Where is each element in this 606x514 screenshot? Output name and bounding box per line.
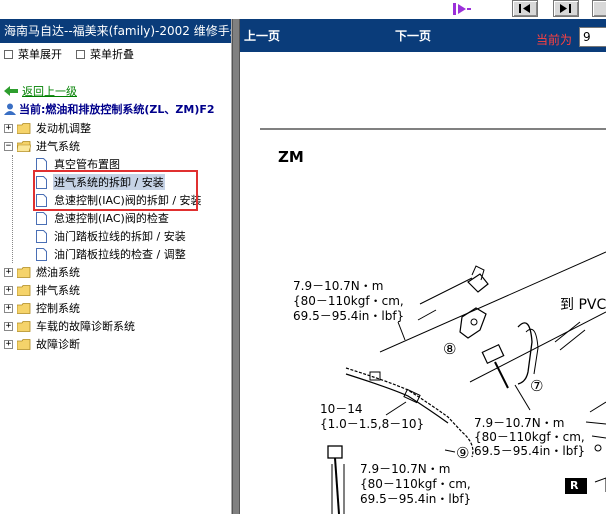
document-icon xyxy=(36,247,47,261)
document-icon xyxy=(36,157,47,171)
menu-expand-label: 菜单展开 xyxy=(18,48,62,61)
folder-icon xyxy=(17,284,31,296)
pane-splitter[interactable] xyxy=(232,19,240,514)
document-icon xyxy=(36,229,47,243)
expand-toggle-icon[interactable]: + xyxy=(4,339,13,349)
current-page-label: 当前为 xyxy=(536,33,573,47)
tree-item-label: 控制系统 xyxy=(36,302,80,315)
torque-line: {1.0－1.5,8－10} xyxy=(320,417,425,431)
tree-item-exhaust-system[interactable]: + 排气系统 xyxy=(4,281,203,299)
callout-8: ⑧ xyxy=(443,340,457,358)
next-page-button[interactable]: 下一页 xyxy=(395,27,431,44)
service-diagram: ZM 7.9－10.7N・m {80－110kgf・cm, 69.5－95.4i… xyxy=(240,52,606,514)
content-pane: 上一页 下一页 当前为 9 ZM 7.9－10.7N・m {80－110kgf・… xyxy=(240,19,606,514)
folder-icon xyxy=(17,266,31,278)
tree-item-troubleshooting[interactable]: + 故障诊断 xyxy=(4,335,203,353)
current-section-row: 当前:燃油和排放控制系统(ZL、ZM)F2 xyxy=(4,101,215,117)
torque-line: 69.5－95.4in・lbf} xyxy=(293,309,405,323)
prev-page-button[interactable]: 上一页 xyxy=(244,27,280,44)
torque-spec-upper-left: 7.9－10.7N・m {80－110kgf・cm, 69.5－95.4in・l… xyxy=(293,279,404,324)
toolbar-end-icon[interactable] xyxy=(592,0,606,17)
callout-9: ⑨ xyxy=(456,444,470,462)
tree-item-control-system[interactable]: + 控制系统 xyxy=(4,299,203,317)
tree-item-label: 油门踏板拉线的检查 / 调整 xyxy=(54,248,186,261)
torque-line: 69.5－95.4in・lbf} xyxy=(474,444,586,458)
document-icon xyxy=(36,211,47,225)
toolbar-prev-icon[interactable] xyxy=(512,0,538,17)
tree-item-label: 进气系统 xyxy=(36,140,80,153)
menu-collapse-label: 菜单折叠 xyxy=(90,48,134,61)
torque-spec-bottom: 7.9－10.7N・m {80－110kgf・cm, 69.5－95.4in・l… xyxy=(360,462,471,507)
tree-item-iac-inspection[interactable]: 怠速控制(IAC)阀的检查 xyxy=(4,209,203,227)
tree-item-label: 燃油系统 xyxy=(36,266,80,279)
toolbar-next-icon[interactable] xyxy=(553,0,579,17)
back-link[interactable]: 返回上一级 xyxy=(22,83,77,99)
user-icon xyxy=(4,103,16,115)
menu-expand-button[interactable]: 菜单展开 xyxy=(4,46,62,62)
torque-spec-mid-right: 7.9－10.7N・m {80－110kgf・cm, 69.5－95.4in・l… xyxy=(474,416,585,458)
tree-item-label: 车载的故障诊断系统 xyxy=(36,320,135,333)
collapse-toggle-icon[interactable]: − xyxy=(4,141,13,151)
tree-item-label: 故障诊断 xyxy=(36,338,80,351)
top-toolbar-strip xyxy=(0,0,606,19)
tree-item-engine-tuning[interactable]: + 发动机调整 xyxy=(4,119,203,137)
torque-line: {80－110kgf・cm, xyxy=(474,430,585,444)
tree-item-throttle-cable-removal[interactable]: 油门踏板拉线的拆卸 / 安装 xyxy=(4,227,203,245)
expand-toggle-icon[interactable]: + xyxy=(4,285,13,295)
torque-line: {80－110kgf・cm, xyxy=(360,477,471,491)
engine-code-label: ZM xyxy=(278,148,304,166)
tree-item-label: 怠速控制(IAC)阀的检查 xyxy=(54,212,169,225)
navigation-pane: 海南马自达--福美来(family)-2002 维修手册 菜单展开 菜单折叠 返… xyxy=(0,19,232,514)
tree-item-fuel-system[interactable]: + 燃油系统 xyxy=(4,263,203,281)
tree-item-throttle-cable-inspection[interactable]: 油门踏板拉线的检查 / 调整 xyxy=(4,245,203,263)
expand-toggle-icon[interactable]: + xyxy=(4,321,13,331)
page-number-input[interactable] xyxy=(579,27,606,47)
tree-item-obd-system[interactable]: + 车载的故障诊断系统 xyxy=(4,317,203,335)
torque-line: 7.9－10.7N・m xyxy=(293,279,384,293)
highlight-annotation-box xyxy=(33,170,198,211)
torque-line: 69.5－95.4in・lbf} xyxy=(360,492,472,506)
folder-icon xyxy=(17,320,31,332)
collapse-icon xyxy=(76,49,85,59)
expand-toggle-icon[interactable]: + xyxy=(4,303,13,313)
torque-spec-cable: 10－14 {1.0－1.5,8－10} xyxy=(320,402,424,432)
torque-line: {80－110kgf・cm, xyxy=(293,294,404,308)
to-pvc-label: 到 PVC xyxy=(560,297,606,313)
callout-7: ⑦ xyxy=(530,377,544,395)
expand-toggle-icon[interactable]: + xyxy=(4,123,13,133)
tree-item-intake-system[interactable]: − 进气系统 xyxy=(4,137,203,155)
torque-line: 7.9－10.7N・m xyxy=(360,462,451,476)
tree-item-label: 排气系统 xyxy=(36,284,80,297)
folder-icon xyxy=(17,122,31,134)
back-row: 返回上一级 xyxy=(4,83,77,99)
current-section-label: 当前:燃油和排放控制系统(ZL、ZM)F2 xyxy=(19,103,215,116)
tree-item-label: 油门踏板拉线的拆卸 / 安装 xyxy=(54,230,186,243)
expand-icon xyxy=(4,49,13,59)
folder-icon xyxy=(17,302,31,314)
expand-toggle-icon[interactable]: + xyxy=(4,267,13,277)
purple-marker-icon xyxy=(453,3,471,15)
menu-row: 菜单展开 菜单折叠 xyxy=(0,43,231,65)
back-arrow-icon xyxy=(4,86,18,96)
torque-line: 7.9－10.7N・m xyxy=(474,416,565,430)
toc-tree: + 发动机调整 − 进气系统 真空管布置图 进气系统的拆卸 / 安装 怠速控制(… xyxy=(4,119,203,353)
tree-item-label: 发动机调整 xyxy=(36,122,91,135)
folder-icon xyxy=(17,338,31,350)
r-badge: R xyxy=(570,479,579,492)
window-title: 海南马自达--福美来(family)-2002 维修手册 xyxy=(0,19,231,43)
menu-collapse-button[interactable]: 菜单折叠 xyxy=(76,46,134,62)
torque-line: 10－14 xyxy=(320,402,363,416)
page-nav-bar: 上一页 下一页 当前为 xyxy=(240,19,606,52)
open-folder-icon xyxy=(17,140,31,152)
